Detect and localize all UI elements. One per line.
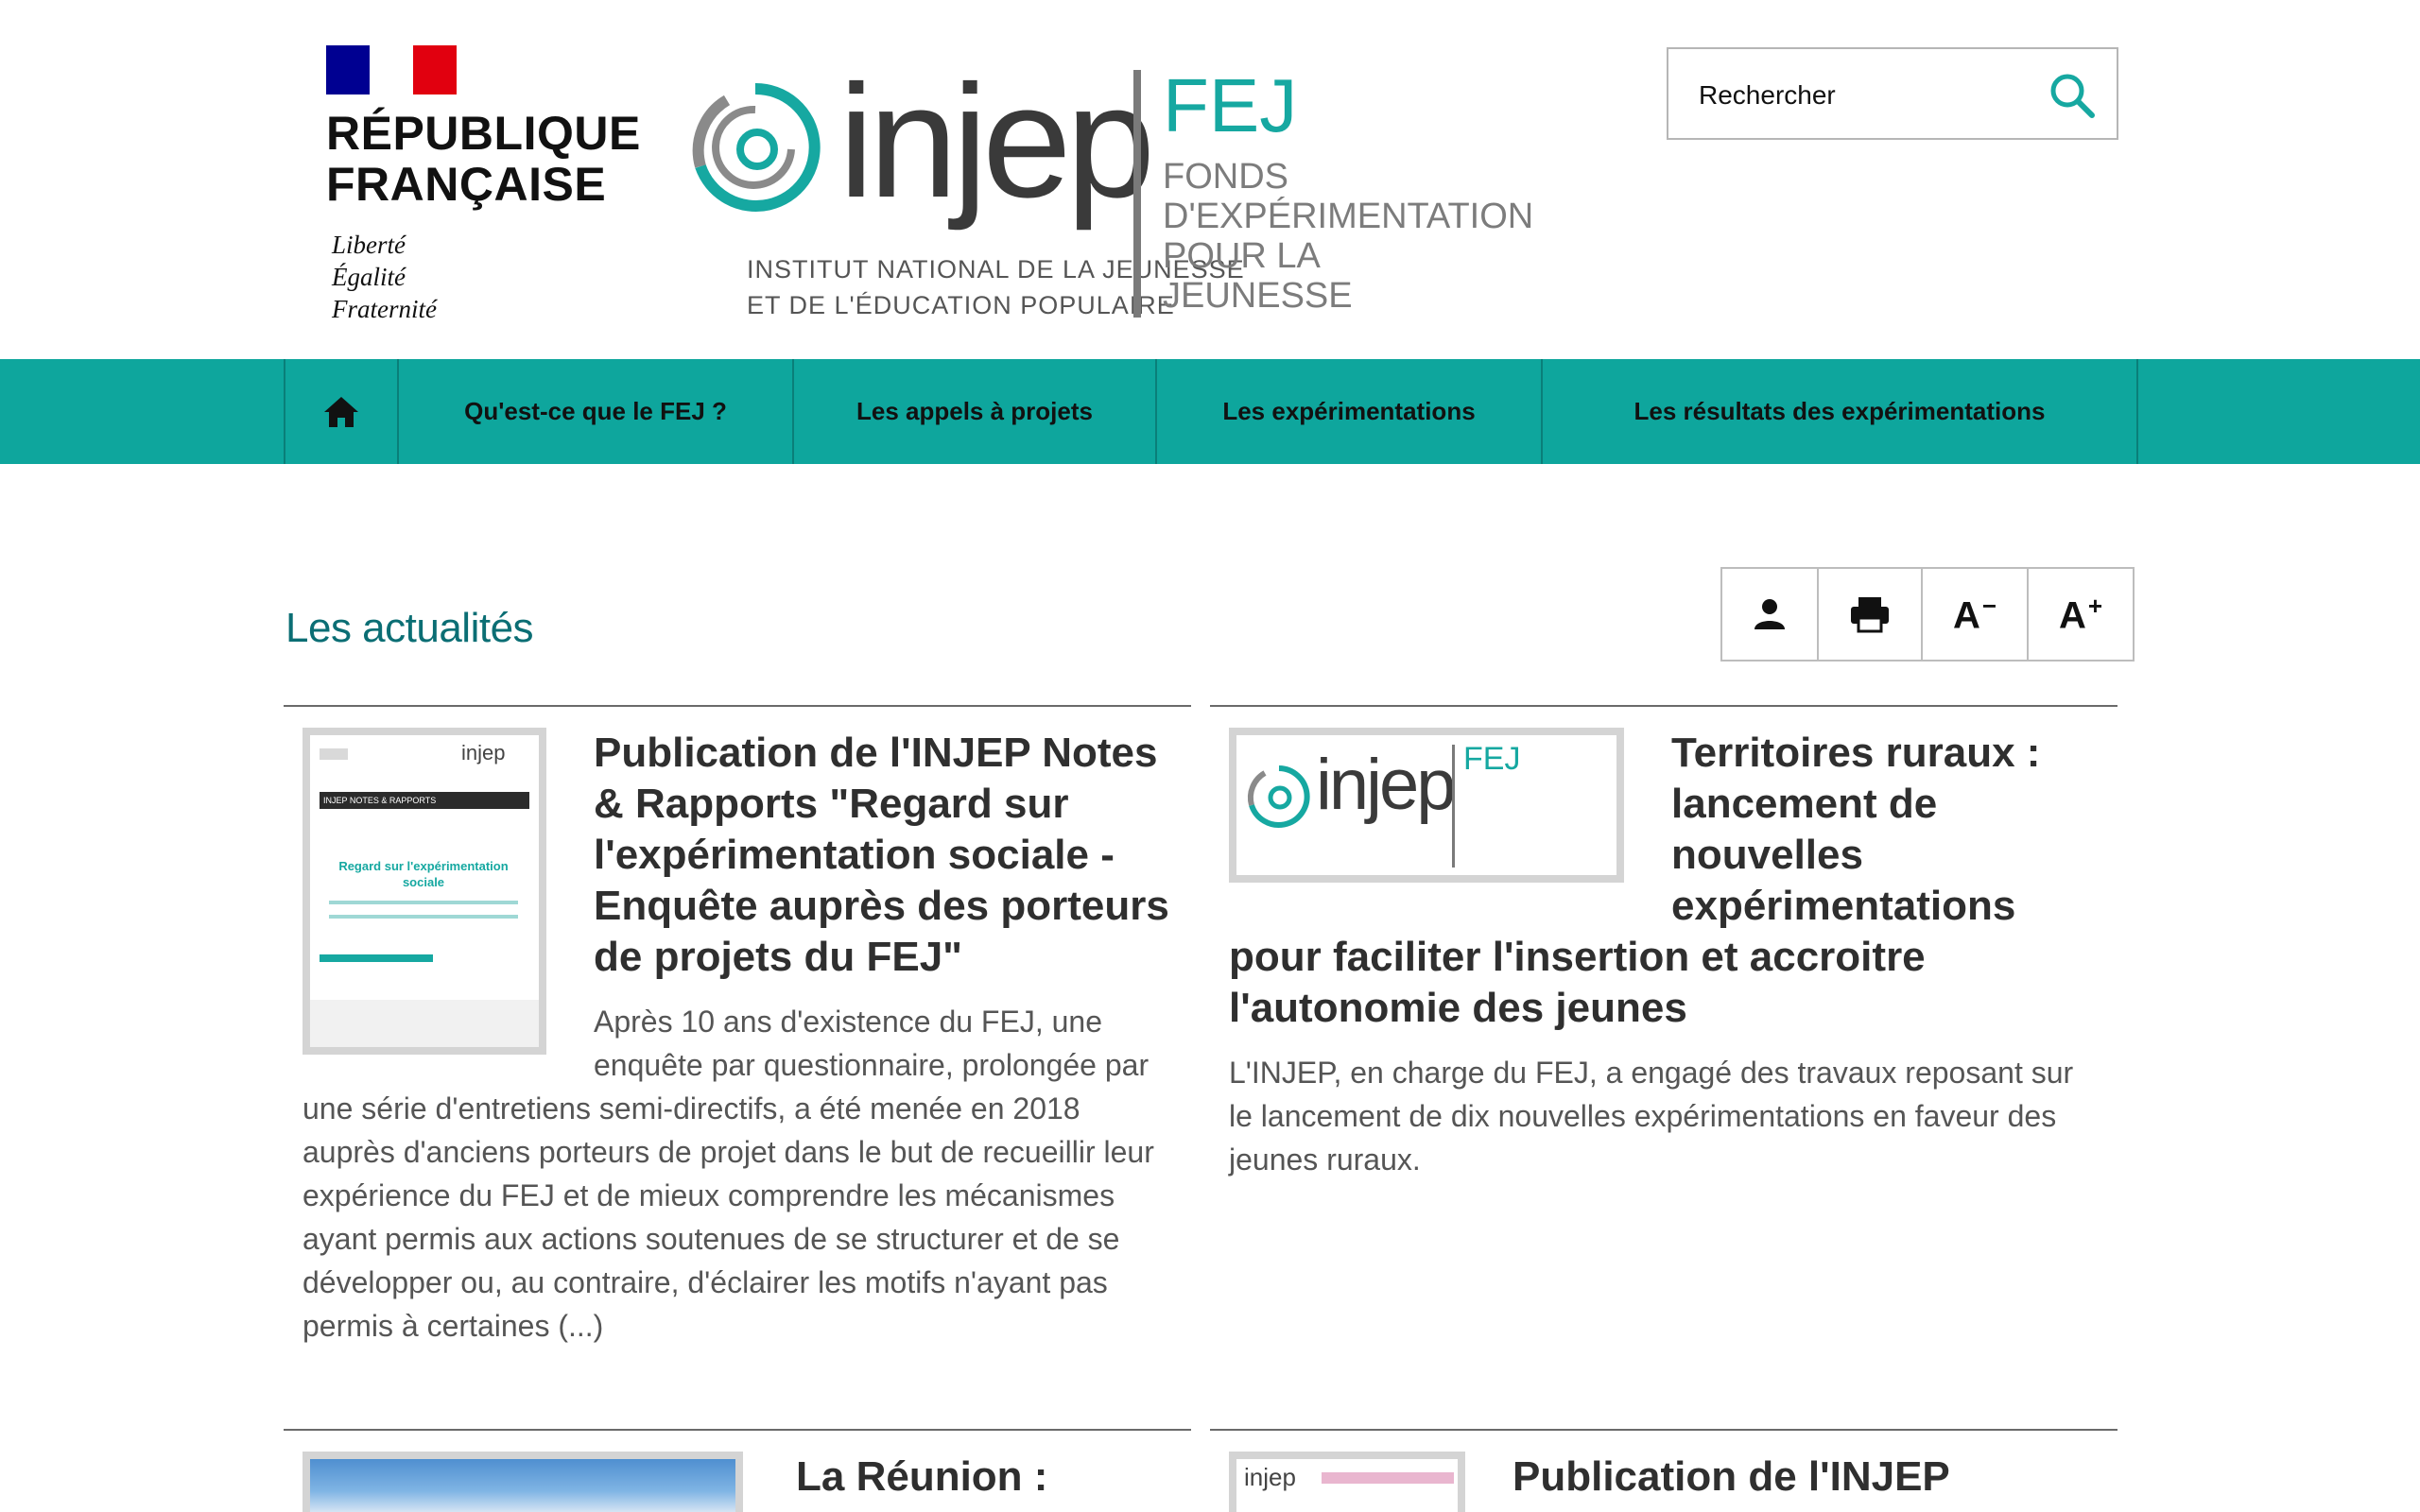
- french-flag-icon: [326, 45, 457, 94]
- thumb-header-word: injep: [461, 741, 506, 765]
- user-icon: [1754, 599, 1785, 629]
- nav-item-experimentations[interactable]: Les expérimentations: [1157, 359, 1543, 464]
- logo-divider: [1133, 70, 1141, 318]
- news-card-thumbnail: injep: [1229, 1452, 1465, 1512]
- account-button[interactable]: [1722, 569, 1819, 660]
- motto-fraternite: Fraternité: [332, 295, 437, 323]
- nav-home[interactable]: [285, 359, 399, 464]
- thumb-title: Regard sur l'expérimentation sociale: [338, 859, 509, 889]
- fej-sub-line1: FONDS: [1163, 157, 1288, 197]
- republique-title: RÉPUBLIQUE FRANÇAISE: [326, 108, 648, 210]
- news-card[interactable]: La Réunion :: [284, 1429, 1191, 1512]
- news-card[interactable]: injep FEJ Territoires ruraux : lancement…: [1210, 705, 2118, 1429]
- thumb-injep-word: injep: [1316, 745, 1457, 825]
- news-card-thumbnail: injep FEJ: [1229, 728, 1624, 883]
- injep-swirl-icon: [1247, 765, 1310, 828]
- injep-wordmark: injep: [838, 52, 1155, 232]
- injep-swirl-icon: [692, 82, 821, 212]
- home-icon: [324, 396, 358, 427]
- increase-font-letter: A: [2058, 594, 2086, 637]
- fej-wordmark: FEJ: [1163, 63, 1298, 147]
- fej-sub-line2: D'EXPÉRIMENTATION: [1163, 197, 1534, 236]
- injep-fej-logo[interactable]: injep INSTITUT NATIONAL DE LA JEUNESSE E…: [685, 52, 1533, 321]
- decrease-font-sign: −: [1981, 591, 1997, 620]
- decrease-font-icon: A−: [1953, 592, 1996, 637]
- news-card-excerpt: L'INJEP, en charge du FEJ, a engagé des …: [1229, 1056, 2074, 1177]
- decrease-font-letter: A: [1952, 594, 1980, 637]
- republique-line1: RÉPUBLIQUE: [326, 107, 641, 160]
- fej-subtitle: FONDS D'EXPÉRIMENTATION POUR LA JEUNESSE: [1163, 157, 1533, 316]
- nav-item-resultats-experimentations[interactable]: Les résultats des expérimentations: [1543, 359, 2138, 464]
- section-title: Les actualités: [285, 605, 534, 651]
- nav-item-appels-a-projets[interactable]: Les appels à projets: [794, 359, 1157, 464]
- increase-font-sign: +: [2087, 591, 2103, 620]
- republique-line2: FRANÇAISE: [326, 158, 607, 211]
- fej-sub-line3: POUR LA: [1163, 236, 1321, 276]
- nav-item-qu-est-ce-que-le-fej[interactable]: Qu'est-ce que le FEJ ?: [399, 359, 794, 464]
- motto-egalite: Égalité: [332, 263, 406, 291]
- thumb-band: INJEP NOTES & RAPPORTS: [320, 792, 529, 809]
- thumb-injep-word: injep: [1244, 1463, 1296, 1491]
- increase-font-button[interactable]: A+: [2029, 569, 2133, 660]
- print-button[interactable]: [1819, 569, 1923, 660]
- increase-font-icon: A+: [2059, 592, 2102, 637]
- republique-francaise-logo[interactable]: RÉPUBLIQUE FRANÇAISE Liberté Égalité Fra…: [326, 45, 648, 325]
- thumb-fej-word: FEJ: [1463, 741, 1521, 777]
- fej-sub-line4: JEUNESSE: [1163, 276, 1353, 316]
- motto-liberte: Liberté: [332, 231, 406, 259]
- republique-motto: Liberté Égalité Fraternité: [332, 229, 648, 325]
- decrease-font-button[interactable]: A−: [1923, 569, 2029, 660]
- news-card-thumbnail: injep INJEP NOTES & RAPPORTS Regard sur …: [302, 728, 546, 1055]
- search-icon[interactable]: [2047, 70, 2098, 121]
- news-card[interactable]: injep Publication de l'INJEP: [1210, 1429, 2118, 1512]
- news-card-thumbnail: [302, 1452, 743, 1512]
- main-navigation: Qu'est-ce que le FEJ ? Les appels à proj…: [0, 359, 2420, 464]
- accessibility-toolbar: A− A+: [1720, 567, 2135, 662]
- print-icon: [1851, 597, 1889, 633]
- search-box: [1667, 47, 2118, 140]
- news-card[interactable]: injep INJEP NOTES & RAPPORTS Regard sur …: [284, 705, 1191, 1429]
- search-input[interactable]: [1697, 70, 2041, 121]
